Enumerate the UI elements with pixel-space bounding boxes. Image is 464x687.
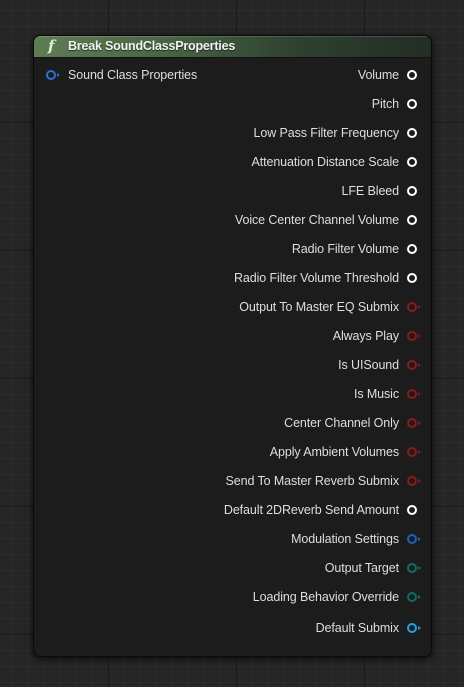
output-pin-row-loading-behavior-override[interactable]: Loading Behavior Override (253, 589, 421, 605)
output-pin-row-is-uisound[interactable]: Is UISound (338, 357, 421, 373)
output-pin-row-modulation-settings[interactable]: Modulation Settings (291, 531, 421, 547)
output-pin-row-always-play[interactable]: Always Play (333, 328, 421, 344)
pin-icon[interactable] (407, 186, 417, 196)
pin-icon[interactable] (407, 592, 421, 602)
input-pin-row-sound-class-properties[interactable]: Sound Class Properties (44, 67, 197, 83)
output-pin-label: Default 2DReverb Send Amount (223, 503, 399, 517)
output-pin-row-output-target[interactable]: Output Target (325, 560, 421, 576)
input-pin-label: Sound Class Properties (68, 68, 198, 82)
pin-icon[interactable] (407, 447, 421, 457)
output-pin-label: Is UISound (338, 358, 399, 372)
output-pin-label: Default Submix (315, 621, 399, 635)
output-pin-label: Radio Filter Volume (291, 242, 399, 256)
output-pin-row-is-music[interactable]: Is Music (354, 386, 421, 402)
output-pin-row-apply-ambient-volumes[interactable]: Apply Ambient Volumes (270, 444, 421, 460)
node-header[interactable]: f Break SoundClassProperties (34, 36, 431, 58)
output-pin-row-voice-center-channel-volume[interactable]: Voice Center Channel Volume (235, 212, 421, 228)
output-pin-row-default-submix[interactable]: Default Submix (316, 620, 421, 636)
pin-icon[interactable] (407, 418, 421, 428)
output-pin-label: Output Target (324, 561, 399, 575)
pin-icon[interactable] (407, 505, 417, 515)
output-pin-label: Voice Center Channel Volume (234, 213, 399, 227)
pin-icon[interactable] (407, 273, 417, 283)
output-pin-label: Output To Master EQ Submix (239, 300, 399, 314)
output-pin-row-pitch[interactable]: Pitch (372, 96, 421, 112)
output-pin-label: Attenuation Distance Scale (251, 155, 400, 169)
function-icon: f (48, 37, 55, 55)
output-pin-row-attenuation-distance-scale[interactable]: Attenuation Distance Scale (252, 154, 422, 170)
pin-icon[interactable] (407, 389, 421, 399)
output-pin-row-center-channel-only[interactable]: Center Channel Only (284, 415, 421, 431)
output-pin-row-lfe-bleed[interactable]: LFE Bleed (342, 183, 421, 199)
output-pin-label: Apply Ambient Volumes (269, 445, 399, 459)
pin-icon[interactable] (407, 563, 421, 573)
output-pin-label: LFE Bleed (341, 184, 400, 198)
pin-icon[interactable] (407, 476, 421, 486)
output-pin-row-radio-filter-volume-threshold[interactable]: Radio Filter Volume Threshold (234, 270, 421, 286)
output-pin-label: Volume (357, 68, 399, 82)
output-pin-row-radio-filter-volume[interactable]: Radio Filter Volume (292, 241, 421, 257)
output-pin-label: Loading Behavior Override (252, 590, 399, 604)
pin-icon[interactable] (407, 623, 421, 633)
output-pin-row-output-to-master-eq-submix[interactable]: Output To Master EQ Submix (239, 299, 421, 315)
pin-icon[interactable] (407, 215, 417, 225)
pin-icon[interactable] (407, 331, 421, 341)
output-pin-label: Send To Master Reverb Submix (225, 474, 400, 488)
node-title: Break SoundClassProperties (68, 39, 236, 53)
break-soundclassproperties-node[interactable]: f Break SoundClassProperties Sound Class… (33, 35, 432, 657)
output-pin-label: Is Music (353, 387, 399, 401)
output-pin-row-default-2dreverb-send-amount[interactable]: Default 2DReverb Send Amount (224, 502, 421, 518)
output-pin-label: Center Channel Only (284, 416, 399, 430)
pin-icon[interactable] (407, 534, 421, 544)
output-pin-label: Radio Filter Volume Threshold (233, 271, 399, 285)
struct-pin-icon[interactable] (46, 70, 60, 80)
output-pin-row-send-to-master-reverb-submix[interactable]: Send To Master Reverb Submix (226, 473, 421, 489)
output-pin-row-low-pass-filter-frequency[interactable]: Low Pass Filter Frequency (254, 125, 421, 141)
pin-icon[interactable] (407, 302, 421, 312)
pin-icon[interactable] (407, 157, 417, 167)
pin-icon[interactable] (407, 360, 421, 370)
output-pin-label: Modulation Settings (291, 532, 399, 546)
output-pin-label: Always Play (332, 329, 399, 343)
pin-icon[interactable] (407, 244, 417, 254)
output-pin-row-volume[interactable]: Volume (358, 67, 421, 83)
output-pin-label: Low Pass Filter Frequency (253, 126, 400, 140)
output-pin-label: Pitch (371, 97, 399, 111)
pin-icon[interactable] (407, 99, 417, 109)
pin-icon[interactable] (407, 128, 417, 138)
pin-icon[interactable] (407, 70, 417, 80)
